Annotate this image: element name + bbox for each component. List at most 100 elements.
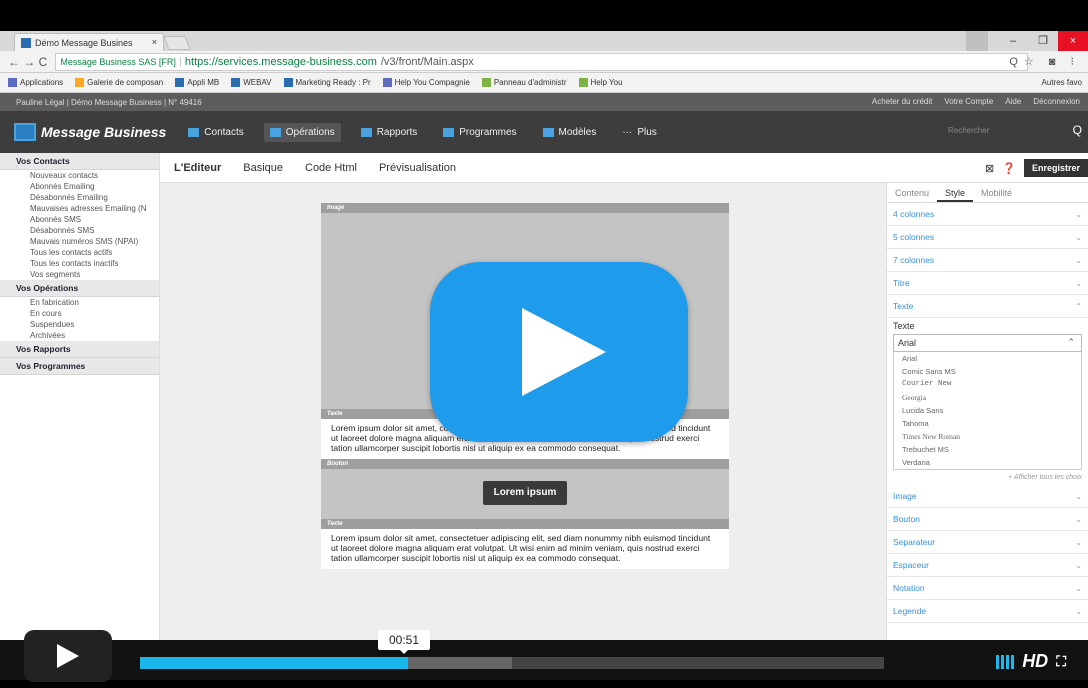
other-bookmarks[interactable]: Autres favo — [1042, 78, 1082, 87]
sidebar-group-operations[interactable]: Vos Opérations — [0, 280, 159, 297]
tab-basique[interactable]: Basique — [243, 162, 283, 174]
sidebar-item[interactable]: Tous les contacts actifs — [0, 247, 159, 258]
help-icon[interactable]: ❓ — [1002, 162, 1016, 175]
bookmark-item[interactable]: Help You Compagnie — [382, 78, 470, 87]
app-nav: Message Business Contacts Opérations Rap… — [0, 111, 1088, 153]
page-icon — [578, 78, 588, 87]
text-block[interactable]: Lorem ipsum dolor sit amet, consectetuer… — [321, 529, 729, 569]
sidebar-group-contacts[interactable]: Vos Contacts — [0, 153, 159, 170]
hd-button[interactable]: HD — [1022, 651, 1048, 672]
sidebar-item[interactable]: Suspendues — [0, 319, 159, 330]
sidebar-item[interactable]: Tous les contacts inactifs — [0, 258, 159, 269]
lorem-button[interactable]: Lorem ipsum — [483, 481, 567, 505]
tab-code-html[interactable]: Code Html — [305, 162, 357, 174]
nav-buttons[interactable]: ← → C — [8, 55, 47, 69]
panel-item[interactable]: Notation ⌄ — [887, 577, 1088, 600]
sidebar-item[interactable]: Mauvais numéros SMS (NPAI) — [0, 236, 159, 247]
sidebar-item[interactable]: En fabrication — [0, 297, 159, 308]
font-option[interactable]: Comic Sans MS — [894, 365, 1081, 378]
sidebar-item[interactable]: Mauvaises adresses Emailing (N — [0, 203, 159, 214]
bookmark-item[interactable]: Marketing Ready : Pr — [283, 78, 371, 87]
logout-link[interactable]: Déconnexion — [1033, 97, 1080, 106]
sidebar-item[interactable]: Abonnés Emailing — [0, 181, 159, 192]
fullscreen-icon[interactable]: ⊠ — [985, 162, 994, 175]
tab-contenu[interactable]: Contenu — [887, 183, 937, 202]
chevron-down-icon: ⌄ — [1075, 232, 1082, 242]
tab-previsualisation[interactable]: Prévisualisation — [379, 162, 456, 174]
bookmark-item[interactable]: Appli MB — [175, 78, 219, 87]
bookmark-item[interactable]: Galerie de composan — [75, 78, 163, 87]
button-block[interactable]: Lorem ipsum — [321, 469, 729, 519]
panel-item[interactable]: 5 colonnes ⌄ — [887, 226, 1088, 249]
nav-contacts[interactable]: Contacts — [182, 123, 249, 142]
nav-plus[interactable]: ··· Plus — [616, 123, 662, 142]
video-progress-bar[interactable] — [140, 657, 884, 669]
panel-item[interactable]: Separateur ⌄ — [887, 531, 1088, 554]
account-link[interactable]: Votre Compte — [944, 97, 993, 106]
tab-mobilite[interactable]: Mobilité — [973, 183, 1020, 202]
sidebar-item[interactable]: Abonnés SMS — [0, 214, 159, 225]
panel-item[interactable]: Espaceur ⌄ — [887, 554, 1088, 577]
chevron-down-icon: ⌄ — [1075, 514, 1082, 524]
sidebar-item[interactable]: Désabonnés SMS — [0, 225, 159, 236]
volume-icon[interactable] — [996, 654, 1015, 669]
font-option[interactable]: Lucida Sans — [894, 404, 1081, 417]
sidebar-group-rapports[interactable]: Vos Rapports — [0, 341, 159, 358]
sidebar-item[interactable]: En cours — [0, 308, 159, 319]
nav-modeles[interactable]: Modèles — [537, 123, 603, 142]
nav-rapports[interactable]: Rapports — [355, 123, 424, 142]
panel-item[interactable]: Bouton ⌄ — [887, 508, 1088, 531]
play-button[interactable] — [24, 630, 112, 682]
panel-item[interactable]: 4 colonnes ⌄ — [887, 203, 1088, 226]
font-select[interactable]: Arial ⌃ — [893, 334, 1082, 352]
browser-actions[interactable]: Q☆ ◙ ⁝ — [1009, 55, 1080, 68]
logo[interactable]: Message Business — [14, 123, 166, 141]
bookmark-item[interactable]: Applications — [8, 78, 63, 87]
editor-toolbar: L'Editeur Basique Code Html Prévisualisa… — [160, 153, 1088, 183]
font-option[interactable]: Arial — [894, 352, 1081, 365]
bookmark-item[interactable]: WEBAV — [231, 78, 272, 87]
fullscreen-button[interactable]: ⛶ — [1056, 653, 1066, 670]
panel-item[interactable]: Image ⌄ — [887, 485, 1088, 508]
minimize-button[interactable]: – — [998, 31, 1028, 51]
font-option[interactable]: Tahoma — [894, 417, 1081, 430]
panel-item[interactable]: Texte ⌃ — [887, 295, 1088, 318]
app-search-input[interactable]: Rechercher — [948, 126, 1048, 140]
url-input[interactable]: Message Business SAS [FR] https://servic… — [55, 52, 1028, 71]
sidebar-item[interactable]: Vos segments — [0, 269, 159, 280]
nav-programmes[interactable]: Programmes — [437, 123, 522, 142]
sidebar-item[interactable]: Désabonnés Emailing — [0, 192, 159, 203]
panel-item[interactable]: 7 colonnes ⌄ — [887, 249, 1088, 272]
block-label: Texte — [321, 519, 729, 529]
bookmark-item[interactable]: Panneau d'administr — [481, 78, 567, 87]
font-section-label: Texte — [893, 321, 915, 331]
video-play-overlay[interactable] — [430, 262, 688, 442]
help-link[interactable]: Aide — [1005, 97, 1021, 106]
maximize-button[interactable]: ❐ — [1028, 31, 1058, 51]
show-all-link[interactable]: + Afficher tous les choix — [887, 470, 1088, 485]
sidebar-item[interactable]: Nouveaux contacts — [0, 170, 159, 181]
sidebar-group-programmes[interactable]: Vos Programmes — [0, 358, 159, 375]
search-icon[interactable]: Q — [1073, 123, 1082, 137]
panel-item[interactable]: Legende ⌄ — [887, 600, 1088, 623]
font-option[interactable]: Trebuchet MS — [894, 443, 1081, 456]
nav-operations[interactable]: Opérations — [263, 122, 341, 142]
buy-credit-link[interactable]: Acheter du crédit — [872, 97, 932, 106]
chevron-down-icon: ⌄ — [1075, 491, 1082, 501]
tab-editeur[interactable]: L'Editeur — [174, 162, 221, 174]
panel-item[interactable]: Titre ⌄ — [887, 272, 1088, 295]
close-window-button[interactable]: × — [1058, 31, 1088, 51]
sidebar-item[interactable]: Archivées — [0, 330, 159, 341]
bookmark-item[interactable]: Help You — [578, 78, 623, 87]
tab-style[interactable]: Style — [937, 183, 974, 202]
font-option[interactable]: Verdana — [894, 456, 1081, 469]
tab-close-icon[interactable]: × — [152, 37, 157, 47]
save-button[interactable]: Enregistrer — [1023, 159, 1088, 177]
chevron-down-icon: ⌄ — [1075, 537, 1082, 547]
profile-icon[interactable] — [966, 31, 988, 51]
browser-tab[interactable]: Démo Message Busines × — [14, 33, 164, 51]
new-tab-button[interactable] — [163, 36, 191, 50]
font-option[interactable]: Courier New — [894, 378, 1081, 391]
font-option[interactable]: Georgia — [894, 391, 1081, 404]
font-option[interactable]: Times New Roman — [894, 430, 1081, 443]
